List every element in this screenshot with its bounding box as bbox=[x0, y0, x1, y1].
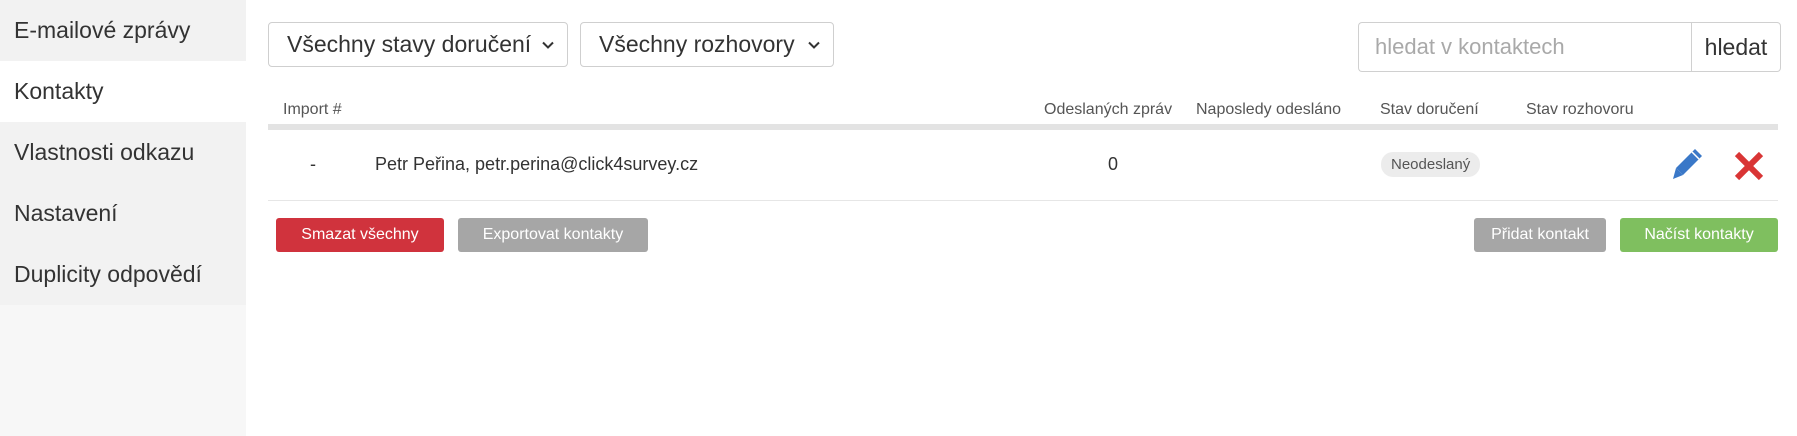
chevron-down-icon bbox=[542, 41, 554, 49]
search-input[interactable] bbox=[1358, 22, 1691, 72]
contact-search: hledat bbox=[1358, 22, 1781, 72]
table-header: Import # Odeslaných zpráv Naposledy odes… bbox=[268, 96, 1778, 124]
pencil-icon[interactable] bbox=[1671, 146, 1705, 184]
add-contact-button[interactable]: Přidat kontakt bbox=[1474, 218, 1606, 252]
search-button[interactable]: hledat bbox=[1691, 22, 1781, 72]
sidebar-item-link-properties[interactable]: Vlastnosti odkazu bbox=[0, 122, 246, 183]
table-row: - Petr Peřina, petr.perina@click4survey.… bbox=[268, 130, 1778, 201]
contacts-panel: Všechny stavy doručení Všechny rozhovory… bbox=[268, 0, 1781, 436]
row-contact: Petr Peřina, petr.perina@click4survey.cz bbox=[375, 154, 699, 174]
sidebar-item-contacts[interactable]: Kontakty bbox=[0, 61, 246, 122]
conversation-value: Všechny rozhovory bbox=[599, 31, 795, 57]
delete-all-button[interactable]: Smazat všechny bbox=[276, 218, 444, 252]
sidebar-item-emails[interactable]: E-mailové zprávy bbox=[0, 0, 246, 61]
conversation-select[interactable]: Všechny rozhovory bbox=[580, 22, 834, 67]
column-header-last-sent: Naposledy odesláno bbox=[1196, 101, 1341, 118]
row-import: - bbox=[310, 154, 316, 174]
column-header-delivery: Stav doručení bbox=[1380, 101, 1479, 118]
chevron-down-icon bbox=[808, 41, 820, 49]
sidebar-item-settings[interactable]: Nastavení bbox=[0, 183, 246, 244]
sidebar-nav: E-mailové zprávy Kontakty Vlastnosti odk… bbox=[0, 0, 246, 436]
load-contacts-button[interactable]: Načíst kontakty bbox=[1620, 218, 1778, 252]
export-contacts-button[interactable]: Exportovat kontakty bbox=[458, 218, 648, 252]
delivery-status-value: Všechny stavy doručení bbox=[287, 31, 532, 57]
close-icon[interactable] bbox=[1733, 150, 1765, 182]
row-sent-count: 0 bbox=[1108, 154, 1119, 174]
delivery-status-select[interactable]: Všechny stavy doručení bbox=[268, 22, 568, 67]
column-header-import: Import # bbox=[283, 101, 342, 118]
column-header-conversation: Stav rozhovoru bbox=[1526, 101, 1634, 118]
sidebar-item-duplicate-responses[interactable]: Duplicity odpovědí bbox=[0, 244, 246, 305]
column-header-sent: Odeslaných zpráv bbox=[1044, 101, 1173, 118]
delivery-status-badge: Neodeslaný bbox=[1381, 152, 1481, 177]
